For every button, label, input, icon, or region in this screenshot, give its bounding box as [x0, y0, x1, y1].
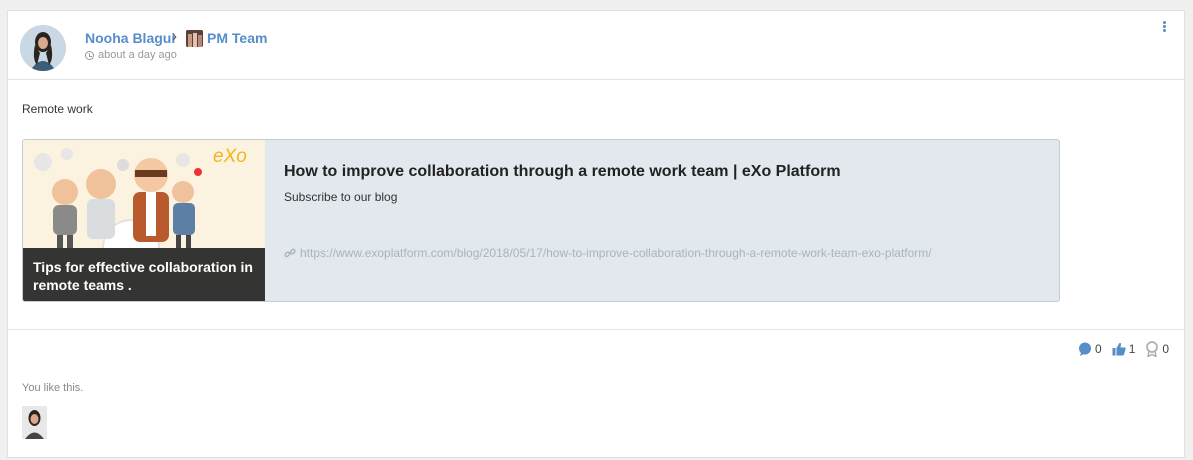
- space-avatar[interactable]: [186, 30, 203, 47]
- link-preview-card[interactable]: eXo Tips for effective collaboration in …: [22, 139, 1060, 302]
- timestamp-text: about a day ago: [98, 49, 177, 61]
- liker-avatar[interactable]: [22, 406, 47, 439]
- comment-count: 0: [1095, 342, 1102, 356]
- link-icon: [284, 248, 296, 258]
- clock-icon: [85, 50, 94, 60]
- link-title[interactable]: How to improve collaboration through a r…: [284, 163, 841, 181]
- kudos-count: 0: [1162, 342, 1170, 356]
- link-description: Subscribe to our blog: [284, 190, 398, 204]
- breadcrumb-separator: ›: [172, 28, 177, 45]
- timestamp[interactable]: about a day ago: [85, 49, 177, 61]
- like-count: 1: [1128, 342, 1136, 356]
- activity-card: Nooha Blagui › PM Team about a day ago R…: [7, 10, 1185, 458]
- activity-header: Nooha Blagui › PM Team about a day ago: [8, 11, 1184, 80]
- author-avatar[interactable]: [20, 25, 66, 71]
- post-body: Remote work: [22, 102, 93, 116]
- like-button[interactable]: 1: [1112, 342, 1136, 356]
- author-name-link[interactable]: Nooha Blagui: [85, 30, 175, 46]
- link-url-text: https://www.exoplatform.com/blog/2018/05…: [300, 246, 932, 260]
- like-icon: [1112, 342, 1126, 356]
- reactions-bar: 0 1 0: [1068, 341, 1169, 357]
- exo-logo: eXo: [213, 146, 247, 167]
- comment-button[interactable]: 0: [1078, 342, 1102, 356]
- comment-icon: [1079, 342, 1091, 356]
- kudos-button[interactable]: 0: [1145, 341, 1169, 357]
- space-name-link[interactable]: PM Team: [207, 30, 267, 46]
- link-preview-image[interactable]: eXo Tips for effective collaboration in …: [23, 140, 265, 301]
- link-url[interactable]: https://www.exoplatform.com/blog/2018/05…: [284, 246, 932, 260]
- divider: [8, 329, 1184, 330]
- likes-summary: You like this.: [22, 382, 84, 394]
- preview-caption: Tips for effective collaboration in remo…: [33, 259, 253, 293]
- kudos-icon: [1146, 341, 1159, 357]
- more-vertical-icon[interactable]: [1159, 21, 1169, 35]
